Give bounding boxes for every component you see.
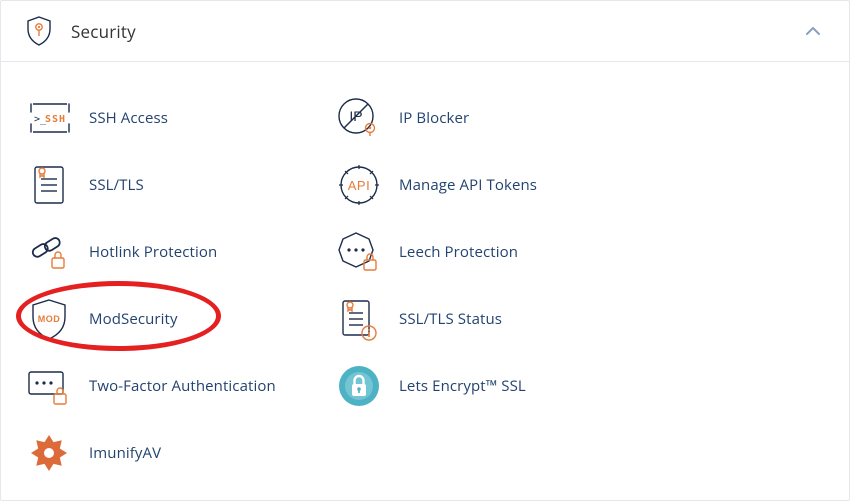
item-label: SSL/TLS (89, 175, 144, 195)
chain-lock-icon (25, 228, 73, 276)
mod-shield-icon: MOD (25, 295, 73, 343)
item-ip-blocker[interactable]: IP IP Blocker (331, 84, 621, 151)
imunify-star-icon (25, 429, 73, 477)
item-ssh-access[interactable]: >_ SSH SSH Access (21, 84, 311, 151)
item-ssl-tls-status[interactable]: SSL/TLS Status (331, 285, 621, 352)
ssh-icon: >_ SSH (25, 94, 73, 142)
item-imunifyav[interactable]: ImunifyAV (21, 419, 311, 486)
panel-header-left: Security (25, 17, 136, 45)
api-token-icon: API (335, 161, 383, 209)
item-leech-protection[interactable]: Leech Protection (331, 218, 621, 285)
svg-text:MOD: MOD (38, 314, 61, 324)
item-label: ModSecurity (89, 309, 178, 329)
lock-badge-icon (335, 362, 383, 410)
item-label: Hotlink Protection (89, 242, 217, 262)
item-hotlink-protection[interactable]: Hotlink Protection (21, 218, 311, 285)
security-panel: Security >_ SSH SSH Access (0, 0, 850, 501)
collapse-chevron-icon[interactable] (801, 19, 825, 43)
item-label: IP Blocker (399, 108, 469, 128)
item-modsecurity[interactable]: MOD ModSecurity (21, 285, 311, 352)
svg-text:SSH: SSH (45, 114, 66, 125)
item-label: ImunifyAV (89, 443, 161, 463)
item-label: SSH Access (89, 108, 168, 128)
certificate-icon (25, 161, 73, 209)
password-lock-icon (25, 362, 73, 410)
item-label: SSL/TLS Status (399, 309, 502, 329)
item-lets-encrypt-ssl[interactable]: Lets Encrypt™ SSL (331, 352, 621, 419)
item-label: Lets Encrypt™ SSL (399, 376, 526, 396)
item-label: Leech Protection (399, 242, 518, 262)
panel-body: >_ SSH SSH Access S (1, 62, 849, 500)
ip-blocker-icon: IP (335, 94, 383, 142)
item-ssl-tls[interactable]: SSL/TLS (21, 151, 311, 218)
panel-title: Security (71, 20, 136, 43)
security-col-1: >_ SSH SSH Access S (21, 84, 311, 486)
security-col-2: IP IP Blocker (331, 84, 621, 486)
shield-icon (25, 17, 53, 45)
leech-lock-icon (335, 228, 383, 276)
item-label: Manage API Tokens (399, 175, 537, 195)
svg-text:API: API (348, 178, 370, 193)
item-two-factor-auth[interactable]: Two-Factor Authentication (21, 352, 311, 419)
item-label: Two-Factor Authentication (89, 376, 276, 396)
cert-info-icon (335, 295, 383, 343)
item-manage-api-tokens[interactable]: API Manage API Tokens (331, 151, 621, 218)
panel-header[interactable]: Security (1, 1, 849, 62)
